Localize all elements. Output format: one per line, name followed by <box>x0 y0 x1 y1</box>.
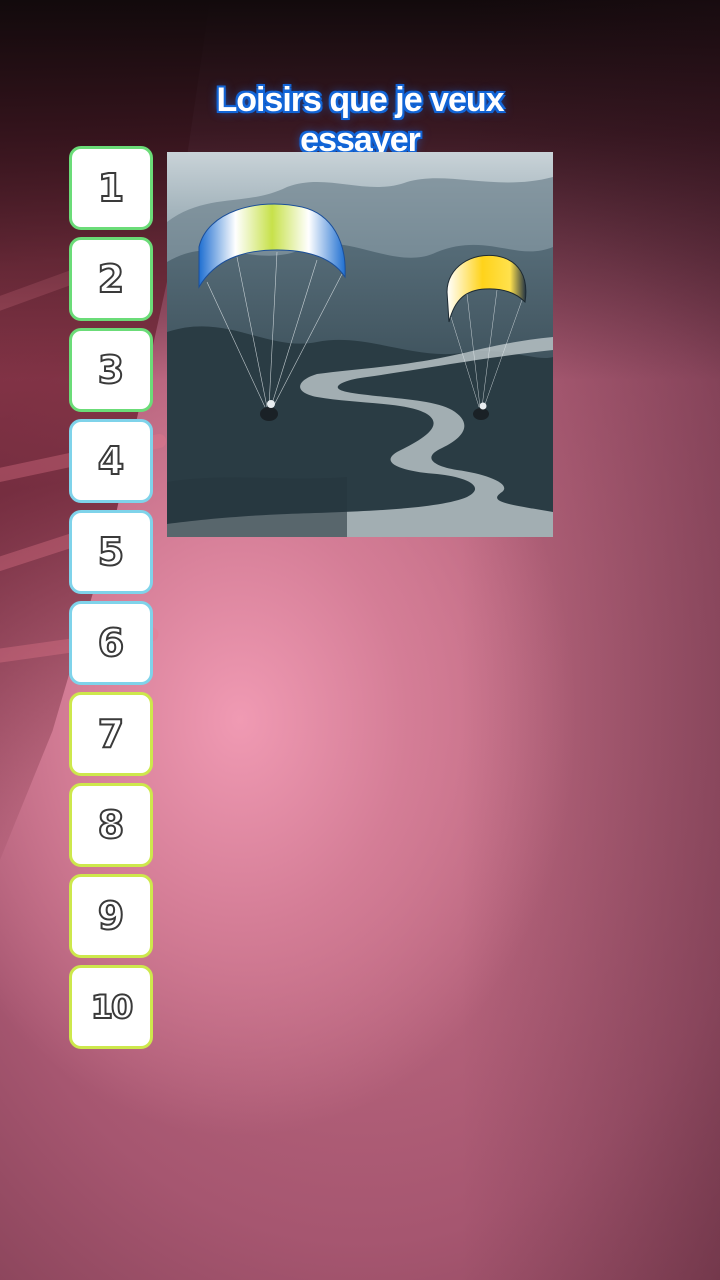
rank-slot-10[interactable]: 10 <box>69 965 153 1049</box>
item-photo[interactable]: paragliding <box>167 152 553 537</box>
rank-slot-2[interactable]: 2 <box>69 237 153 321</box>
rank-slot-1[interactable]: 1 <box>69 146 153 230</box>
rank-slot-9[interactable]: 9 <box>69 874 153 958</box>
rank-slot-8[interactable]: 8 <box>69 783 153 867</box>
page-title: Loisirs que je veux essayer <box>216 81 504 159</box>
rank-slot-5[interactable]: 5 <box>69 510 153 594</box>
rank-slot-4[interactable]: 4 <box>69 419 153 503</box>
rank-slot-6[interactable]: 6 <box>69 601 153 685</box>
rank-list: 1 2 3 4 5 6 7 8 9 10 <box>69 146 153 1056</box>
rank-slot-7[interactable]: 7 <box>69 692 153 776</box>
rank-slot-3[interactable]: 3 <box>69 328 153 412</box>
paragliding-image <box>167 152 553 537</box>
